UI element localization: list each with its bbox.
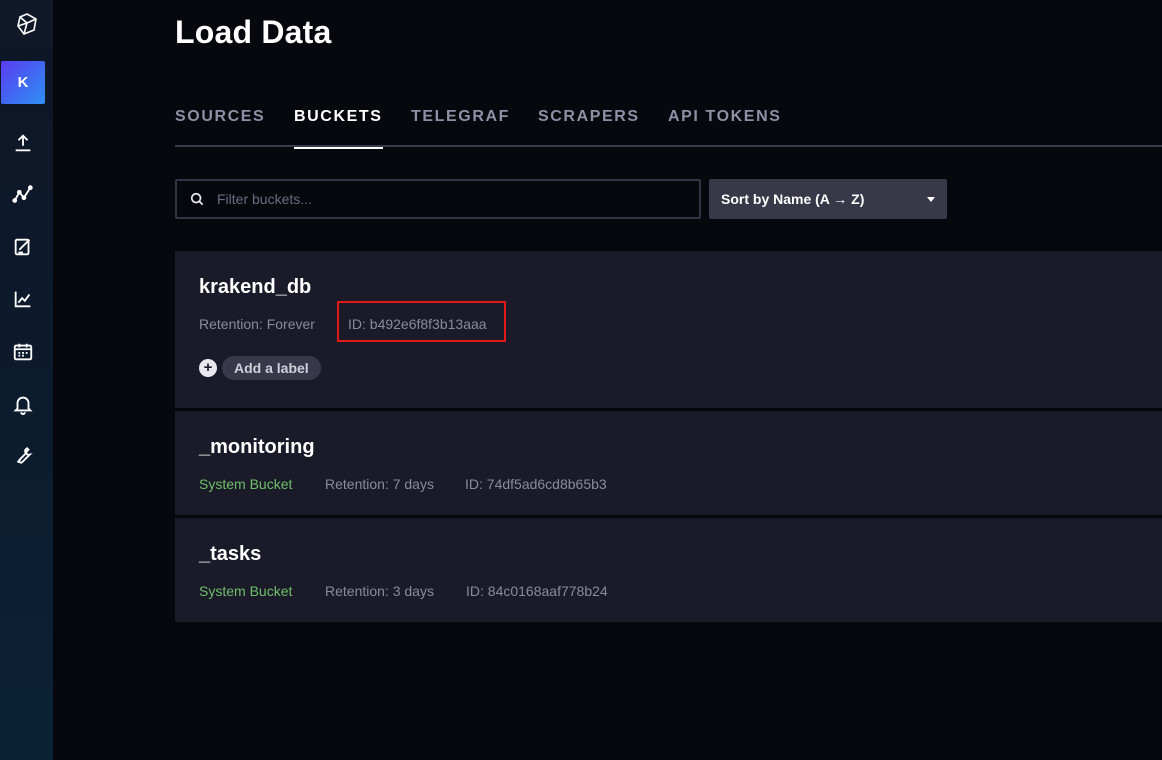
bucket-card: _monitoring System Bucket Retention: 7 d… xyxy=(175,411,1162,515)
caret-down-icon xyxy=(927,196,935,202)
tasks-calendar-icon xyxy=(13,343,33,361)
bucket-retention: Retention: 7 days xyxy=(325,476,434,492)
bucket-card: _tasks System Bucket Retention: 3 days I… xyxy=(175,518,1162,622)
add-label-plus-icon[interactable]: + xyxy=(199,359,217,377)
add-label-text: Add a label xyxy=(234,360,309,376)
app-root: K Load Data SOURCES BUCKETS TELEGRAF SCR… xyxy=(0,0,1162,760)
logo-icon xyxy=(16,13,37,35)
label-row: + Add a label xyxy=(199,356,321,380)
search-input[interactable] xyxy=(217,181,699,217)
sort-dropdown[interactable]: Sort by Name (A → Z) xyxy=(709,179,947,219)
sidebar-item-notebooks[interactable] xyxy=(9,233,37,261)
bucket-name[interactable]: krakend_db xyxy=(199,276,311,299)
search-icon xyxy=(177,192,217,206)
logo[interactable] xyxy=(0,0,53,48)
alerts-bell-icon xyxy=(13,396,33,415)
system-bucket-badge: System Bucket xyxy=(199,583,293,599)
dashboards-icon xyxy=(14,291,31,308)
sidebar-item-data-explorer[interactable] xyxy=(9,181,37,209)
sidebar-item-settings[interactable] xyxy=(9,442,37,470)
system-bucket-badge: System Bucket xyxy=(199,476,293,492)
notebook-edit-icon xyxy=(14,238,31,256)
data-explorer-icon xyxy=(12,185,33,203)
sidebar-item-load-data[interactable] xyxy=(9,129,37,157)
sidebar-item-alerts[interactable] xyxy=(9,390,37,418)
bucket-name[interactable]: _tasks xyxy=(199,543,261,566)
tab-scrapers[interactable]: SCRAPERS xyxy=(538,108,640,147)
bucket-id: ID: 84c0168aaf778b24 xyxy=(466,583,608,599)
id-highlight-box xyxy=(337,301,506,342)
tab-sources[interactable]: SOURCES xyxy=(175,108,265,147)
bucket-retention: Retention: Forever xyxy=(199,316,315,332)
sidebar-item-dashboards[interactable] xyxy=(9,285,37,313)
bucket-retention: Retention: 3 days xyxy=(325,583,434,599)
page-title: Load Data xyxy=(175,14,332,50)
bucket-card: krakend_db Retention: Forever ID: b492e6… xyxy=(175,251,1162,408)
tab-telegraf[interactable]: TELEGRAF xyxy=(411,108,510,147)
tab-api-tokens[interactable]: API TOKENS xyxy=(668,108,782,147)
org-avatar[interactable]: K xyxy=(1,61,45,104)
sidebar-item-tasks[interactable] xyxy=(9,338,37,366)
bucket-id: ID: 74df5ad6cd8b65b3 xyxy=(465,476,607,492)
sidebar: K xyxy=(0,0,53,760)
sort-label: Sort by Name (A → Z) xyxy=(721,191,865,207)
settings-wrench-icon xyxy=(16,447,33,464)
bucket-name[interactable]: _monitoring xyxy=(199,436,315,459)
tab-buckets[interactable]: BUCKETS xyxy=(294,108,383,149)
search-box xyxy=(175,179,701,219)
upload-icon xyxy=(15,134,31,152)
add-label-button[interactable]: Add a label xyxy=(222,356,321,380)
avatar-letter: K xyxy=(17,74,29,91)
tab-bar: SOURCES BUCKETS TELEGRAF SCRAPERS API TO… xyxy=(175,108,1162,149)
